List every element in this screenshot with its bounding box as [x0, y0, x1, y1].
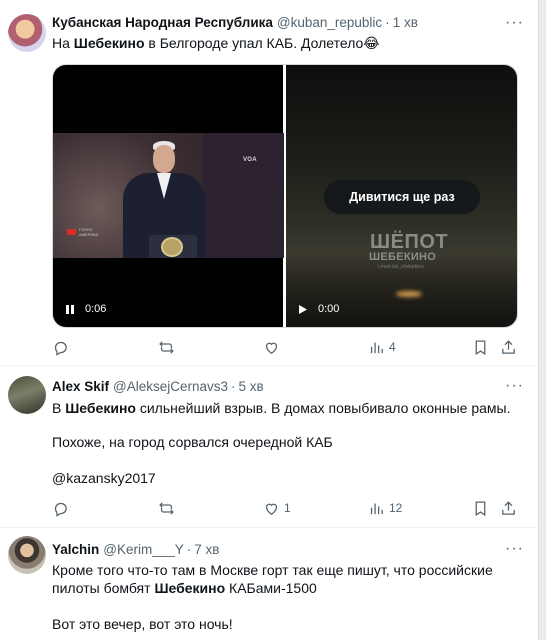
separator-dot: ·	[385, 14, 390, 30]
avatar[interactable]	[8, 14, 46, 52]
tweet-text-line-2: Похоже, на город сорвался очередной КАБ	[52, 434, 333, 450]
bookmark-button[interactable]	[472, 339, 489, 356]
author-handle[interactable]: @AleksejCernavs3	[113, 379, 228, 394]
video-ticker: ГОЛОС АМЕРИКИ	[79, 227, 99, 237]
hashtag-text: Шебекино	[65, 400, 136, 416]
pause-icon[interactable]	[65, 304, 75, 315]
author-name[interactable]: Yalchin	[52, 542, 99, 557]
views-count: 12	[389, 501, 403, 515]
tweet-header: Yalchin @Kerim___Y · 7 хв	[52, 539, 219, 559]
replay-button[interactable]: Дивитися ще раз	[324, 180, 480, 214]
share-button[interactable]	[500, 500, 517, 517]
more-icon[interactable]: ···	[505, 540, 524, 558]
views-icon	[370, 503, 383, 514]
play-icon[interactable]	[298, 304, 308, 315]
video-player-2[interactable]: Дивитися ще раз ШЁПОТ ШЕБЕКИНО t.me/club…	[286, 65, 517, 327]
bookmark-icon	[475, 339, 486, 355]
author-name[interactable]: Alex Skif	[52, 379, 109, 394]
author-handle[interactable]: @kuban_republic	[277, 15, 382, 30]
tweet[interactable]: Alex Skif @AleksejCernavs3 · 5 хв ··· В …	[0, 366, 538, 528]
video-time: 0:00	[318, 303, 340, 315]
bookmark-button[interactable]	[472, 500, 489, 517]
seal-icon	[161, 237, 183, 257]
hashtag-text: Шебекино	[73, 35, 145, 51]
retweet-icon	[159, 501, 174, 515]
action-bar: 1 12	[52, 498, 518, 518]
window-edge	[538, 0, 546, 640]
video-frame: VOA ГОЛОС АМЕРИКИ	[53, 133, 284, 258]
views-button[interactable]: 12	[368, 500, 402, 517]
tweet-text: На Шебекино в Белгороде упал КАБ. Долете…	[52, 35, 380, 51]
views-button[interactable]: 4	[368, 339, 396, 356]
video-time: 0:06	[85, 303, 107, 315]
like-icon	[265, 342, 278, 354]
watermark-sub: ШЕБЕКИНО	[369, 251, 437, 263]
avatar[interactable]	[8, 536, 46, 574]
youtube-icon	[67, 229, 76, 235]
tweet-header: Alex Skif @AleksejCernavs3 · 5 хв	[52, 376, 264, 396]
explosion-glow	[396, 291, 422, 297]
author-name[interactable]: Кубанская Народная Республика	[52, 15, 273, 30]
hashtag-text: Шебекино	[154, 580, 226, 596]
share-icon	[502, 339, 515, 354]
mention-link[interactable]: @kazansky2017	[52, 468, 522, 488]
avatar[interactable]	[8, 376, 46, 414]
video-player-1[interactable]: VOA ГОЛОС АМЕРИКИ 0:06	[53, 65, 284, 327]
views-icon	[370, 342, 383, 353]
reply-icon	[54, 341, 67, 356]
video-controls: 0:00	[298, 303, 339, 315]
tweet[interactable]: Yalchin @Kerim___Y · 7 хв ··· Кроме того…	[0, 528, 538, 640]
retweet-button[interactable]	[158, 339, 175, 356]
more-icon[interactable]: ···	[505, 14, 524, 32]
timestamp[interactable]: 1 хв	[393, 15, 418, 30]
share-icon	[502, 500, 515, 515]
like-count: 1	[284, 501, 291, 515]
watermark-handle: t.me/club_shebekino	[378, 264, 424, 270]
reply-button[interactable]	[52, 339, 69, 356]
action-bar: 4	[52, 337, 518, 357]
tweet-header: Кубанская Народная Республика @kuban_rep…	[52, 12, 418, 32]
reply-button[interactable]	[52, 500, 69, 517]
share-button[interactable]	[500, 339, 517, 356]
timestamp[interactable]: 7 хв	[194, 542, 219, 557]
separator-dot: ·	[231, 378, 236, 394]
timestamp[interactable]: 5 хв	[239, 379, 264, 394]
like-button[interactable]: 1	[263, 500, 291, 517]
reply-icon	[54, 502, 67, 517]
tweet-text-line-1: В Шебекино сильнейший взрыв. В домах пов…	[52, 400, 511, 416]
views-count: 4	[389, 340, 396, 354]
like-icon	[265, 503, 278, 515]
more-icon[interactable]: ···	[505, 377, 524, 395]
tweet-text-line-3: Вот это вечер, вот это ночь!	[52, 616, 233, 632]
video-controls: 0:06	[65, 303, 106, 315]
tweet-text-line-2: пилоты бомбят Шебекино КАБами-1500	[52, 580, 317, 596]
tweet-text-line-1: Кроме того что-то там в Москве горт так …	[52, 562, 493, 578]
channel-logo: VOA	[243, 157, 257, 163]
like-button[interactable]	[263, 339, 280, 356]
retweet-icon	[159, 340, 174, 354]
retweet-button[interactable]	[158, 500, 175, 517]
author-handle[interactable]: @Kerim___Y	[103, 542, 184, 557]
media-grid: VOA ГОЛОС АМЕРИКИ 0:06 Дивитися ще раз Ш…	[52, 64, 518, 328]
bookmark-icon	[475, 500, 486, 516]
tweet[interactable]: Кубанская Народная Республика @kuban_rep…	[0, 0, 538, 366]
separator-dot: ·	[186, 541, 192, 557]
